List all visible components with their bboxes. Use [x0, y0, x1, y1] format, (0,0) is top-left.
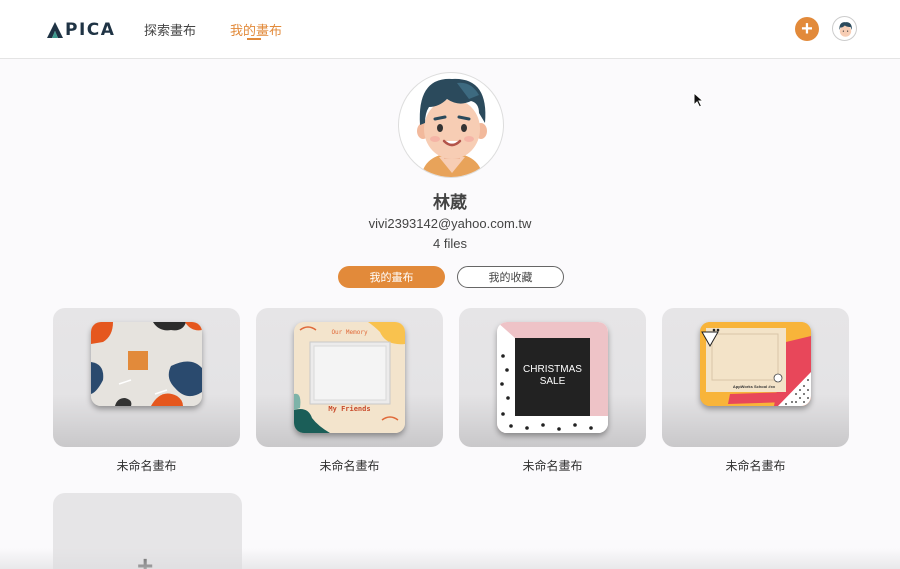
logo-text: PICA: [65, 20, 116, 40]
mouse-cursor-icon: [693, 92, 705, 108]
logo-mark-icon: [47, 22, 63, 38]
thumbnail-heading: Our Memory: [331, 329, 368, 336]
add-canvas-button[interactable]: +: [795, 17, 819, 41]
thumbnail-caption: AppWorks School #xx: [732, 384, 776, 389]
nav-my-canvas[interactable]: 我的畫布: [230, 20, 282, 39]
profile-name: 林葳: [433, 193, 467, 213]
canvas-card-title: 未命名畫布: [319, 459, 380, 473]
canvas-thumbnail: CHRISTMAS SALE: [497, 322, 608, 433]
profile-email: vivi2393142@yahoo.com.tw: [368, 216, 532, 231]
canvas-card[interactable]: Our Memory My Friends: [256, 308, 443, 447]
profile-file-count: 4 files: [433, 236, 467, 251]
canvas-thumbnail: Our Memory My Friends: [294, 322, 405, 433]
canvas-thumbnail: [91, 322, 202, 406]
user-avatar-button[interactable]: [832, 16, 857, 41]
thumbnail-heading-line2: SALE: [539, 376, 566, 387]
canvas-thumbnail: AppWorks School #xx: [700, 322, 811, 406]
nav-explore-canvas[interactable]: 探索畫布: [144, 20, 196, 39]
canvas-card[interactable]: CHRISTMAS SALE: [459, 308, 646, 447]
canvas-card[interactable]: [53, 308, 240, 447]
canvas-card-title: 未命名畫布: [116, 459, 177, 473]
active-nav-indicator: [247, 38, 261, 40]
canvas-card[interactable]: AppWorks School #xx: [662, 308, 849, 447]
canvas-card-title: 未命名畫布: [522, 459, 583, 473]
pica-logo[interactable]: PICA: [47, 19, 115, 41]
avatar-icon: [839, 22, 852, 37]
profile-avatar: [398, 72, 504, 178]
tab-my-canvas[interactable]: 我的畫布: [338, 266, 445, 288]
appworks-thumbnail-icon: [700, 322, 811, 406]
abstract-shapes-thumbnail-icon: [91, 322, 202, 406]
profile-avatar-illustration-icon: [417, 78, 487, 177]
thumbnail-heading-line1: CHRISTMAS: [523, 364, 582, 375]
canvas-card-title: 未命名畫布: [725, 459, 786, 473]
bottom-fade: [0, 548, 900, 569]
thumbnail-caption: My Friends: [328, 405, 371, 413]
top-nav-bar: PICA 探索畫布 我的畫布 +: [0, 0, 900, 59]
memory-frame-thumbnail-icon: [294, 322, 405, 433]
tab-my-favorites[interactable]: 我的收藏: [457, 266, 564, 288]
